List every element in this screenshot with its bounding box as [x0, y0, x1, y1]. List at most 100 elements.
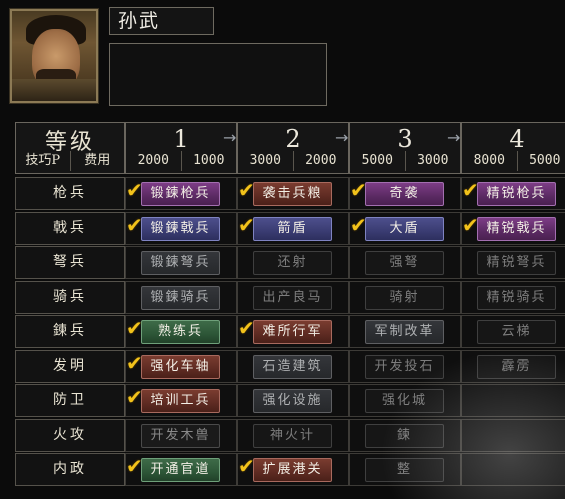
skill-cell: 精锐戟兵 ✔	[461, 211, 565, 245]
description-box	[109, 43, 327, 106]
technique-grid: 等级 技巧P 费用 1 2000 1000 → 2 3000 2000 → 3 5000 3000 →…	[15, 122, 565, 499]
skill-cell: 霹雳	[461, 349, 565, 383]
skill-button[interactable]: 锻鍊戟兵	[141, 216, 220, 241]
level-header-2: 2 3000 2000	[237, 122, 349, 174]
skill-cell: 石造建筑	[237, 349, 349, 383]
skill-cell: 精锐弩兵	[461, 246, 565, 279]
skill-button[interactable]: 熟练兵	[141, 320, 220, 344]
skill-button[interactable]: 难所行军	[253, 320, 332, 344]
skill-button[interactable]: 强化设施	[253, 389, 332, 413]
skill-button[interactable]: 霹雳	[477, 354, 556, 379]
skill-button[interactable]: 大盾	[365, 216, 444, 241]
level-number: 2	[285, 125, 301, 153]
portrait-armor	[12, 79, 96, 101]
skill-cell: 神火计	[237, 418, 349, 452]
checkmark-icon: ✔	[350, 212, 367, 237]
skill-button[interactable]: 开发投石	[365, 354, 444, 379]
skill-button[interactable]: 精锐戟兵	[477, 216, 556, 241]
skill-button[interactable]: 整	[365, 458, 444, 482]
skill-button[interactable]: 奇袭	[365, 182, 444, 206]
checkmark-icon: ✔	[238, 316, 255, 340]
skill-cell: 大盾 ✔	[349, 211, 461, 245]
header-corner: 等级 技巧P 费用	[15, 122, 125, 174]
skill-cell: 难所行军 ✔	[237, 315, 349, 348]
skill-button[interactable]: 军制改革	[365, 320, 444, 344]
checkmark-icon: ✔	[126, 454, 143, 478]
skill-cell: 出产良马	[237, 280, 349, 314]
skill-cell: 扩展港关 ✔	[237, 453, 349, 486]
skill-button[interactable]: 云梯	[477, 320, 556, 344]
level-number: 4	[509, 125, 525, 153]
skill-button[interactable]: 强弩	[365, 251, 444, 275]
skill-point-cost: 2000	[137, 153, 169, 168]
skill-button[interactable]: 强化城	[365, 389, 444, 413]
row-label: 戟兵	[15, 211, 125, 245]
skill-button[interactable]: 扩展港关	[253, 458, 332, 482]
skill-button[interactable]: 锻鍊弩兵	[141, 251, 220, 275]
checkmark-icon: ✔	[126, 212, 143, 237]
skill-cell	[461, 384, 565, 417]
skill-cell: 锻鍊枪兵 ✔	[125, 177, 237, 210]
skill-cell: 精锐枪兵 ✔	[461, 177, 565, 210]
skill-button[interactable]: 神火计	[253, 423, 332, 448]
level-number: 1	[173, 125, 189, 153]
skill-button[interactable]: 精锐枪兵	[477, 182, 556, 206]
checkmark-icon: ✔	[126, 316, 143, 340]
skill-cell: 骑射	[349, 280, 461, 314]
skill-button[interactable]: 箭盾	[253, 216, 332, 241]
row-label: 内政	[15, 453, 125, 486]
skill-cell: 奇袭 ✔	[349, 177, 461, 210]
checkmark-icon: ✔	[462, 212, 479, 237]
skill-point-cost: 5000	[361, 153, 393, 168]
skill-point-cost: 3000	[249, 153, 281, 168]
skill-button[interactable]: 精锐骑兵	[477, 285, 556, 310]
skill-cell	[461, 418, 565, 452]
skill-button[interactable]: 石造建筑	[253, 354, 332, 379]
skill-points-label: 技巧P	[25, 153, 61, 168]
skill-cell: 开发投石	[349, 349, 461, 383]
row-label: 发明	[15, 349, 125, 383]
gold-cost: 5000	[516, 151, 565, 171]
skill-button[interactable]: 培训工兵	[141, 389, 220, 413]
checkmark-icon: ✔	[350, 178, 367, 202]
skill-cell: 锻鍊骑兵	[125, 280, 237, 314]
level-number: 3	[397, 125, 413, 153]
skill-point-cost: 8000	[473, 153, 505, 168]
checkmark-icon: ✔	[462, 178, 479, 202]
skill-cell: 开发木兽	[125, 418, 237, 452]
skill-cell: 强弩	[349, 246, 461, 279]
skill-button[interactable]: 精锐弩兵	[477, 251, 556, 275]
skill-button[interactable]: 出产良马	[253, 285, 332, 310]
skill-button[interactable]: 锻鍊骑兵	[141, 285, 220, 310]
skill-button[interactable]: 还射	[253, 251, 332, 275]
skill-button[interactable]: 锻鍊枪兵	[141, 182, 220, 206]
checkmark-icon: ✔	[238, 454, 255, 478]
checkmark-icon: ✔	[238, 212, 255, 237]
row-label: 鍊兵	[15, 315, 125, 348]
skill-cell: 强化城	[349, 384, 461, 417]
skill-cell: 锻鍊弩兵	[125, 246, 237, 279]
row-label: 骑兵	[15, 280, 125, 314]
skill-button[interactable]: 袭击兵粮	[253, 182, 332, 206]
skill-button[interactable]: 开通官道	[141, 458, 220, 482]
cost-label: 费用	[69, 151, 125, 171]
skill-cell: 强化车轴 ✔	[125, 349, 237, 383]
checkmark-icon: ✔	[126, 350, 143, 375]
general-portrait	[9, 8, 99, 104]
skill-cell: 锻鍊戟兵 ✔	[125, 211, 237, 245]
skill-cell: 熟练兵 ✔	[125, 315, 237, 348]
skill-cell: 云梯	[461, 315, 565, 348]
skill-cell: 军制改革	[349, 315, 461, 348]
checkmark-icon: ✔	[126, 178, 143, 202]
skill-cell: 培训工兵 ✔	[125, 384, 237, 417]
row-label: 防卫	[15, 384, 125, 417]
checkmark-icon: ✔	[126, 385, 143, 409]
skill-button[interactable]: 开发木兽	[141, 423, 220, 448]
gold-cost: 2000	[292, 151, 349, 171]
level-header-3: 3 5000 3000	[349, 122, 461, 174]
skill-cell: 开通官道 ✔	[125, 453, 237, 486]
skill-button[interactable]: 骑射	[365, 285, 444, 310]
skill-cell	[461, 453, 565, 486]
skill-button[interactable]: 鍊	[365, 423, 444, 448]
skill-button[interactable]: 强化车轴	[141, 354, 220, 379]
